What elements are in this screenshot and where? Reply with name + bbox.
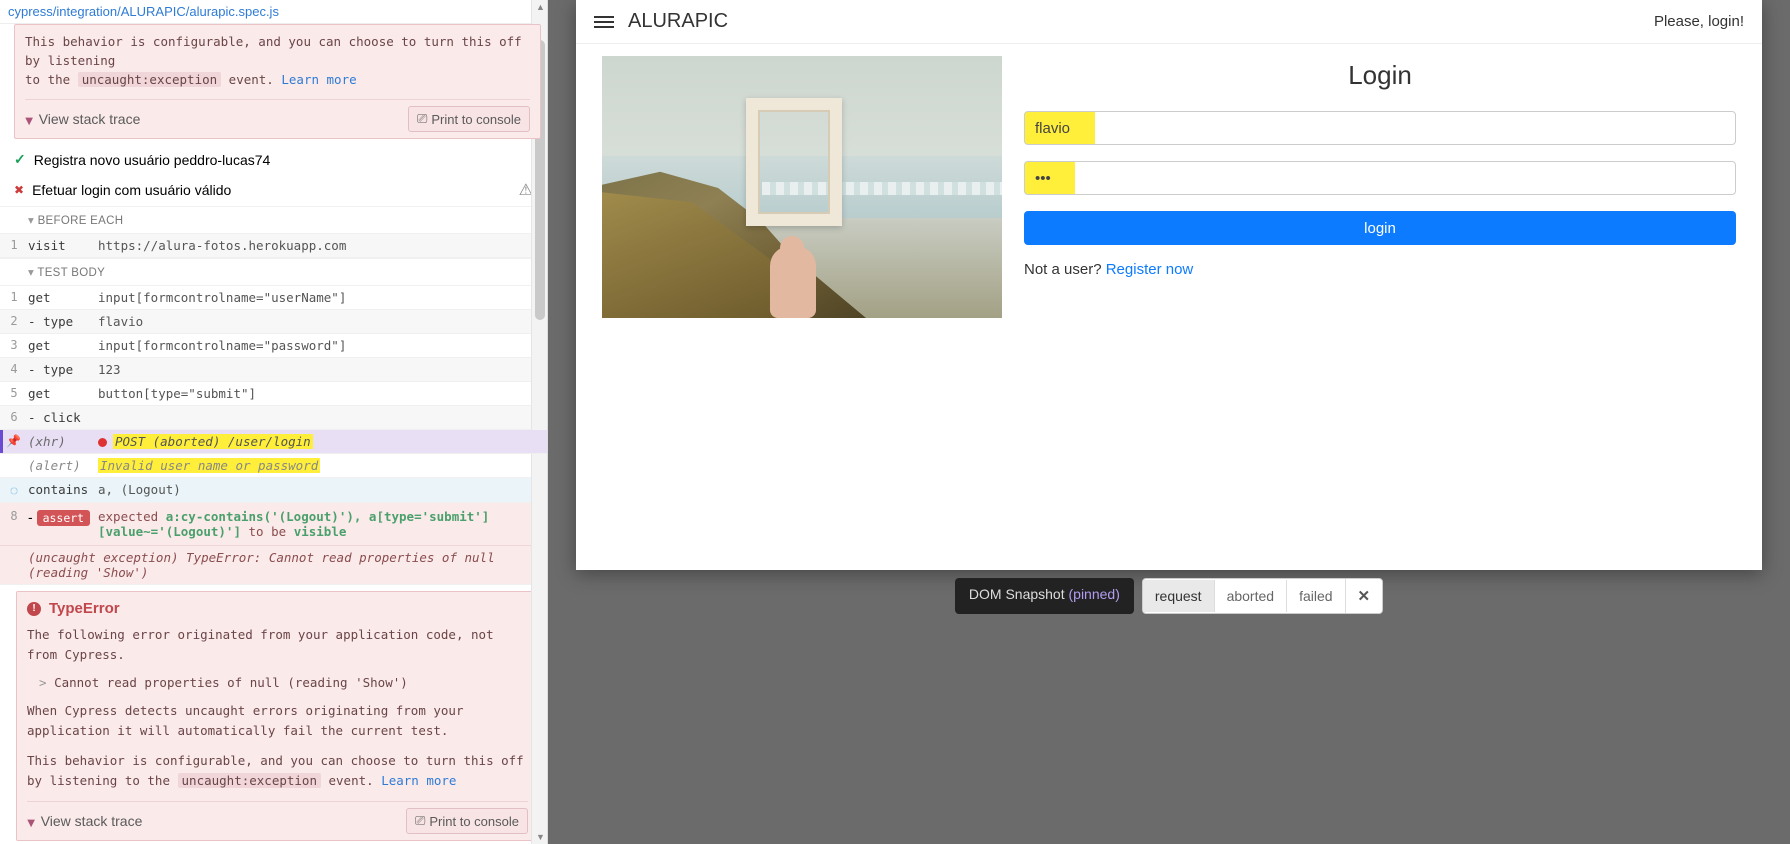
alert-message: Invalid user name or password [98, 458, 320, 473]
app-navbar: ALURAPIC Please, login! [576, 0, 1762, 44]
username-input[interactable] [1024, 111, 1736, 145]
dom-snapshot-bar: DOM Snapshot (pinned) request aborted fa… [548, 578, 1790, 614]
section-before-each[interactable]: BEFORE EACH [0, 206, 547, 234]
assert-pill: assert [37, 510, 91, 526]
learn-more-link[interactable]: Learn more [381, 773, 456, 788]
menu-icon[interactable] [594, 16, 614, 28]
section-test-body[interactable]: TEST BODY [0, 258, 547, 286]
view-stack-trace[interactable]: ▶View stack trace [25, 111, 140, 127]
cmd-visit[interactable]: 1 visit https://alura-fotos.herokuapp.co… [0, 234, 547, 258]
cmd-assert[interactable]: 8 - assert expected a:cy-contains('(Logo… [0, 503, 547, 546]
snapshot-state-group: request aborted failed ✕ [1142, 578, 1383, 614]
scroll-up-icon[interactable]: ▲ [536, 2, 545, 12]
login-form: Login login Not a user? Register now [1024, 56, 1736, 558]
test-fail-login-valido[interactable]: Efetuar login com usuário válido ⚠ [0, 174, 547, 206]
terminal-icon: ⎚ [415, 813, 425, 829]
scroll-down-icon[interactable]: ▼ [536, 832, 545, 842]
error-top-text: This behavior is configurable, and you c… [25, 33, 530, 89]
error-icon: ! [27, 602, 41, 616]
error-typeerror-box: ! TypeError The following error originat… [16, 591, 539, 841]
app-title: ALURAPIC [628, 10, 728, 33]
register-link[interactable]: Register now [1106, 261, 1194, 278]
snapshot-request-button[interactable]: request [1143, 580, 1214, 612]
test-title: Efetuar login com usuário válido [32, 182, 231, 198]
login-link[interactable]: Please, login! [1654, 13, 1744, 30]
chevron-right-icon: ▶ [23, 118, 34, 126]
chevron-right-icon: ▶ [25, 820, 36, 828]
cmd-type-password[interactable]: 4 type 123 [0, 358, 547, 382]
login-header: Login [1348, 60, 1412, 91]
picture-frame-icon [746, 98, 842, 226]
cmd-uncaught[interactable]: (uncaught exception) TypeError: Cannot r… [0, 546, 547, 585]
cmd-get-username[interactable]: 1 get input[formcontrolname="userName"] [0, 286, 547, 310]
aut-frame: ALURAPIC Please, login! Login [576, 0, 1762, 570]
cmd-xhr[interactable]: 📌 (xhr) POST (aborted) /user/login [0, 430, 547, 454]
snapshot-aborted-button[interactable]: aborted [1214, 580, 1286, 612]
cmd-get-password[interactable]: 3 get input[formcontrolname="password"] [0, 334, 547, 358]
print-to-console-button[interactable]: ⎚ Print to console [408, 106, 530, 132]
cmd-get-submit[interactable]: 5 get button[type="submit"] [0, 382, 547, 406]
password-input[interactable] [1024, 161, 1736, 195]
hero-image [602, 56, 1002, 318]
error-title: ! TypeError [27, 600, 528, 617]
hand-icon [770, 246, 816, 318]
xhr-body: POST (aborted) /user/login [98, 434, 547, 449]
error-top-box: This behavior is configurable, and you c… [14, 24, 541, 139]
register-row: Not a user? Register now [1024, 261, 1193, 278]
view-stack-trace[interactable]: ▶View stack trace [27, 813, 142, 829]
status-dot-icon [98, 438, 107, 447]
dom-snapshot-label: DOM Snapshot (pinned) [955, 578, 1134, 614]
learn-more-link[interactable]: Learn more [281, 72, 356, 87]
test-pass-registra[interactable]: Registra novo usuário peddro-lucas74 [0, 145, 547, 174]
cmd-click[interactable]: 6 click [0, 406, 547, 430]
print-to-console-button[interactable]: ⎚ Print to console [406, 808, 528, 834]
error-detail: Cannot read properties of null (reading … [39, 673, 528, 693]
cmd-type-username[interactable]: 2 type flavio [0, 310, 547, 334]
login-button[interactable]: login [1024, 211, 1736, 245]
uncaught-exception-code: uncaught:exception [178, 773, 321, 788]
terminal-icon: ⎚ [417, 111, 427, 127]
target-icon: ◌ [0, 482, 28, 498]
spec-breadcrumb[interactable]: cypress/integration/ALURAPIC/alurapic.sp… [0, 0, 547, 24]
cmd-alert[interactable]: (alert) Invalid user name or password [0, 454, 547, 478]
uncaught-exception-code: uncaught:exception [78, 72, 221, 87]
cmd-contains[interactable]: ◌ contains a, (Logout) [0, 478, 547, 503]
snapshot-close-button[interactable]: ✕ [1345, 579, 1383, 613]
pin-icon: 📌 [6, 434, 21, 448]
snapshot-failed-button[interactable]: failed [1286, 580, 1344, 612]
test-title: Registra novo usuário peddro-lucas74 [34, 152, 271, 168]
